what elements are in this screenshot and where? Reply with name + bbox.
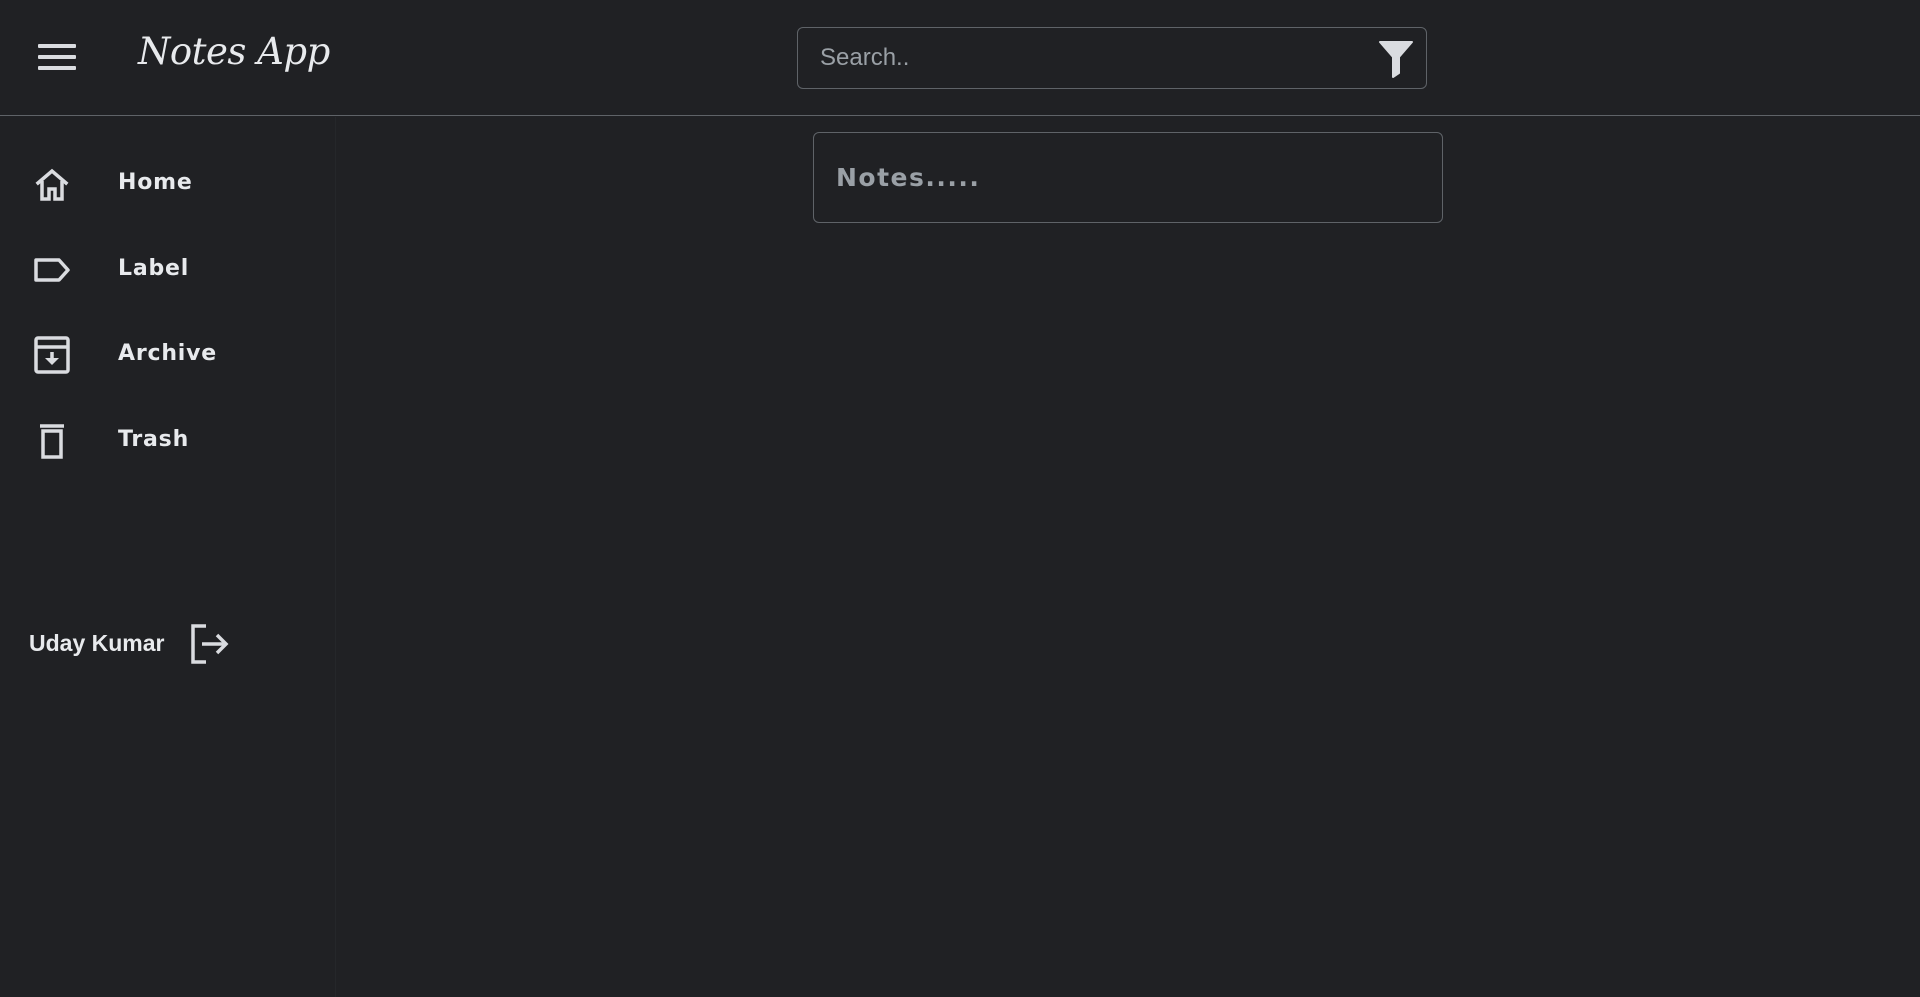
sidebar-item-label: Archive <box>118 341 217 366</box>
sidebar-item-label: Trash <box>118 427 190 452</box>
sidebar-item-label: Home <box>118 170 193 195</box>
user-name: Uday Kumar <box>29 630 165 656</box>
note-input[interactable] <box>814 133 1442 222</box>
label-tag-icon <box>32 250 72 290</box>
sidebar-item-label: Label <box>118 256 190 281</box>
logout-icon[interactable] <box>188 622 232 666</box>
sidebar-item-label[interactable]: Label <box>0 234 336 306</box>
search-bar <box>797 27 1427 89</box>
sidebar-item-archive[interactable]: Archive <box>0 319 336 391</box>
sidebar: Home Label Archive Trash Uday Kumar <box>0 117 336 997</box>
hamburger-menu-icon[interactable] <box>28 38 86 78</box>
filter-funnel-icon[interactable] <box>1376 37 1416 79</box>
sidebar-item-home[interactable]: Home <box>0 148 336 220</box>
home-icon <box>32 164 72 204</box>
sidebar-item-trash[interactable]: Trash <box>0 405 336 477</box>
trash-icon <box>32 421 72 461</box>
top-app-bar: Notes App <box>0 0 1920 116</box>
archive-icon <box>32 335 72 375</box>
take-note-box <box>813 132 1443 223</box>
search-input[interactable] <box>798 28 1358 88</box>
app-title: Notes App <box>138 30 330 73</box>
